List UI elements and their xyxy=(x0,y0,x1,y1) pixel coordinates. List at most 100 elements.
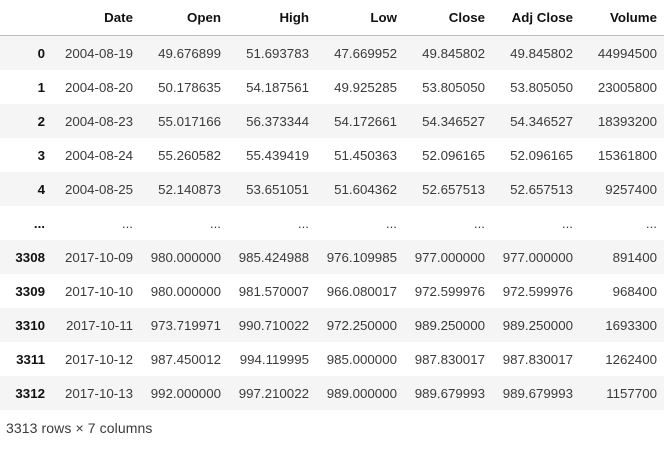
row-index: ... xyxy=(33,215,45,231)
row-index: 2 xyxy=(37,113,45,129)
cell-close: 989.250000 xyxy=(414,317,485,333)
dataframe-output: Date Open High Low Close Adj Close Volum… xyxy=(0,0,664,410)
cell-adj-close: 52.657513 xyxy=(510,181,573,197)
cell-low: 54.172661 xyxy=(334,113,397,129)
cell-low: 51.450363 xyxy=(334,147,397,163)
cell-open: 50.178635 xyxy=(158,79,221,95)
table-body: 0 2004-08-19 49.676899 51.693783 47.669952 49… xyxy=(0,35,664,410)
row-index: 3 xyxy=(37,147,45,163)
cell-volume: 891400 xyxy=(612,249,657,265)
cell-low: 985.000000 xyxy=(326,351,397,367)
cell-volume: 1157700 xyxy=(606,385,657,401)
cell-close: 989.679993 xyxy=(414,385,485,401)
column-header-close: Close xyxy=(404,0,492,36)
cell-close: ... xyxy=(473,215,485,231)
cell-adj-close: 977.000000 xyxy=(502,249,573,265)
cell-high: 985.424988 xyxy=(238,249,309,265)
cell-date: 2004-08-23 xyxy=(64,113,133,129)
table-row: 3310 2017-10-11 973.719971 990.710022 972.25… xyxy=(0,308,664,342)
cell-open: 49.676899 xyxy=(158,45,221,61)
cell-open: 55.017166 xyxy=(158,113,221,129)
cell-high: 54.187561 xyxy=(246,79,309,95)
table-row: 3312 2017-10-13 992.000000 997.210022 989.00… xyxy=(0,376,664,410)
cell-close: 52.096165 xyxy=(422,147,485,163)
index-header xyxy=(0,0,52,36)
cell-low: 47.669952 xyxy=(334,45,397,61)
cell-close: 52.657513 xyxy=(422,181,485,197)
table-row: 4 2004-08-25 52.140873 53.651051 51.604362 52… xyxy=(0,172,664,206)
cell-adj-close: 49.845802 xyxy=(510,45,573,61)
cell-close: 54.346527 xyxy=(422,113,485,129)
cell-adj-close: 53.805050 xyxy=(510,79,573,95)
cell-volume: 23005800 xyxy=(597,79,657,95)
dataframe-table: Date Open High Low Close Adj Close Volum… xyxy=(0,0,664,410)
cell-open: 992.000000 xyxy=(150,385,221,401)
cell-volume: ... xyxy=(645,215,657,231)
cell-date: 2004-08-19 xyxy=(64,45,133,61)
cell-adj-close: ... xyxy=(561,215,573,231)
cell-high: 53.651051 xyxy=(246,181,309,197)
cell-date: 2004-08-20 xyxy=(64,79,133,95)
cell-high: 56.373344 xyxy=(246,113,309,129)
cell-close: 49.845802 xyxy=(422,45,485,61)
cell-low: 966.080017 xyxy=(326,283,397,299)
cell-volume: 1262400 xyxy=(605,351,657,367)
cell-close: 977.000000 xyxy=(414,249,485,265)
row-index: 3310 xyxy=(15,317,45,333)
table-row: 3309 2017-10-10 980.000000 981.570007 966.08… xyxy=(0,274,664,308)
cell-adj-close: 987.830017 xyxy=(502,351,573,367)
cell-date: ... xyxy=(121,215,133,231)
cell-volume: 18393200 xyxy=(597,113,657,129)
cell-adj-close: 54.346527 xyxy=(510,113,573,129)
cell-open: 987.450012 xyxy=(150,351,221,367)
cell-low: 976.109985 xyxy=(326,249,397,265)
cell-close: 987.830017 xyxy=(414,351,485,367)
table-row: 3 2004-08-24 55.260582 55.439419 51.450363 52… xyxy=(0,138,664,172)
cell-low: 989.000000 xyxy=(326,385,397,401)
ellipsis-row: ........................ xyxy=(0,206,664,240)
column-header-open: Open xyxy=(140,0,228,36)
cell-close: 53.805050 xyxy=(422,79,485,95)
cell-volume: 15361800 xyxy=(597,147,657,163)
cell-open: 55.260582 xyxy=(158,147,221,163)
cell-low: 51.604362 xyxy=(334,181,397,197)
table-row: 0 2004-08-19 49.676899 51.693783 47.669952 49… xyxy=(0,35,664,70)
table-row: 3308 2017-10-09 980.000000 985.424988 976.10… xyxy=(0,240,664,274)
cell-date: 2004-08-24 xyxy=(64,147,133,163)
dataframe-shape-text: 3313 rows × 7 columns xyxy=(6,420,153,436)
cell-close: 972.599976 xyxy=(414,283,485,299)
cell-open: 980.000000 xyxy=(150,249,221,265)
cell-low: ... xyxy=(385,215,397,231)
cell-high: 981.570007 xyxy=(238,283,309,299)
cell-open: 52.140873 xyxy=(158,181,221,197)
cell-adj-close: 989.250000 xyxy=(502,317,573,333)
row-index: 3311 xyxy=(16,351,45,367)
cell-open: ... xyxy=(209,215,221,231)
row-index: 3308 xyxy=(15,249,45,265)
row-index: 1 xyxy=(37,79,45,95)
cell-high: 990.710022 xyxy=(238,317,309,333)
row-index: 0 xyxy=(37,45,45,61)
cell-volume: 968400 xyxy=(612,283,657,299)
cell-date: 2017-10-10 xyxy=(64,283,133,299)
column-header-date: Date xyxy=(52,0,140,36)
cell-adj-close: 52.096165 xyxy=(510,147,573,163)
cell-date: 2017-10-12 xyxy=(64,351,133,367)
row-index: 4 xyxy=(37,181,45,197)
cell-high: 994.119995 xyxy=(239,351,309,367)
table-row: 3311 2017-10-12 987.450012 994.119995 985.00… xyxy=(0,342,664,376)
cell-date: 2004-08-25 xyxy=(64,181,133,197)
column-header-low: Low xyxy=(316,0,404,36)
cell-high: 51.693783 xyxy=(246,45,309,61)
cell-volume: 1693300 xyxy=(605,317,657,333)
column-header-volume: Volume xyxy=(580,0,664,36)
cell-low: 49.925285 xyxy=(334,79,397,95)
cell-low: 972.250000 xyxy=(326,317,397,333)
row-index: 3312 xyxy=(15,385,45,401)
cell-high: ... xyxy=(297,215,309,231)
column-header-high: High xyxy=(228,0,316,36)
cell-high: 55.439419 xyxy=(246,147,309,163)
cell-date: 2017-10-11 xyxy=(65,317,133,333)
column-header-adj-close: Adj Close xyxy=(492,0,580,36)
table-header: Date Open High Low Close Adj Close Volum… xyxy=(0,0,664,36)
